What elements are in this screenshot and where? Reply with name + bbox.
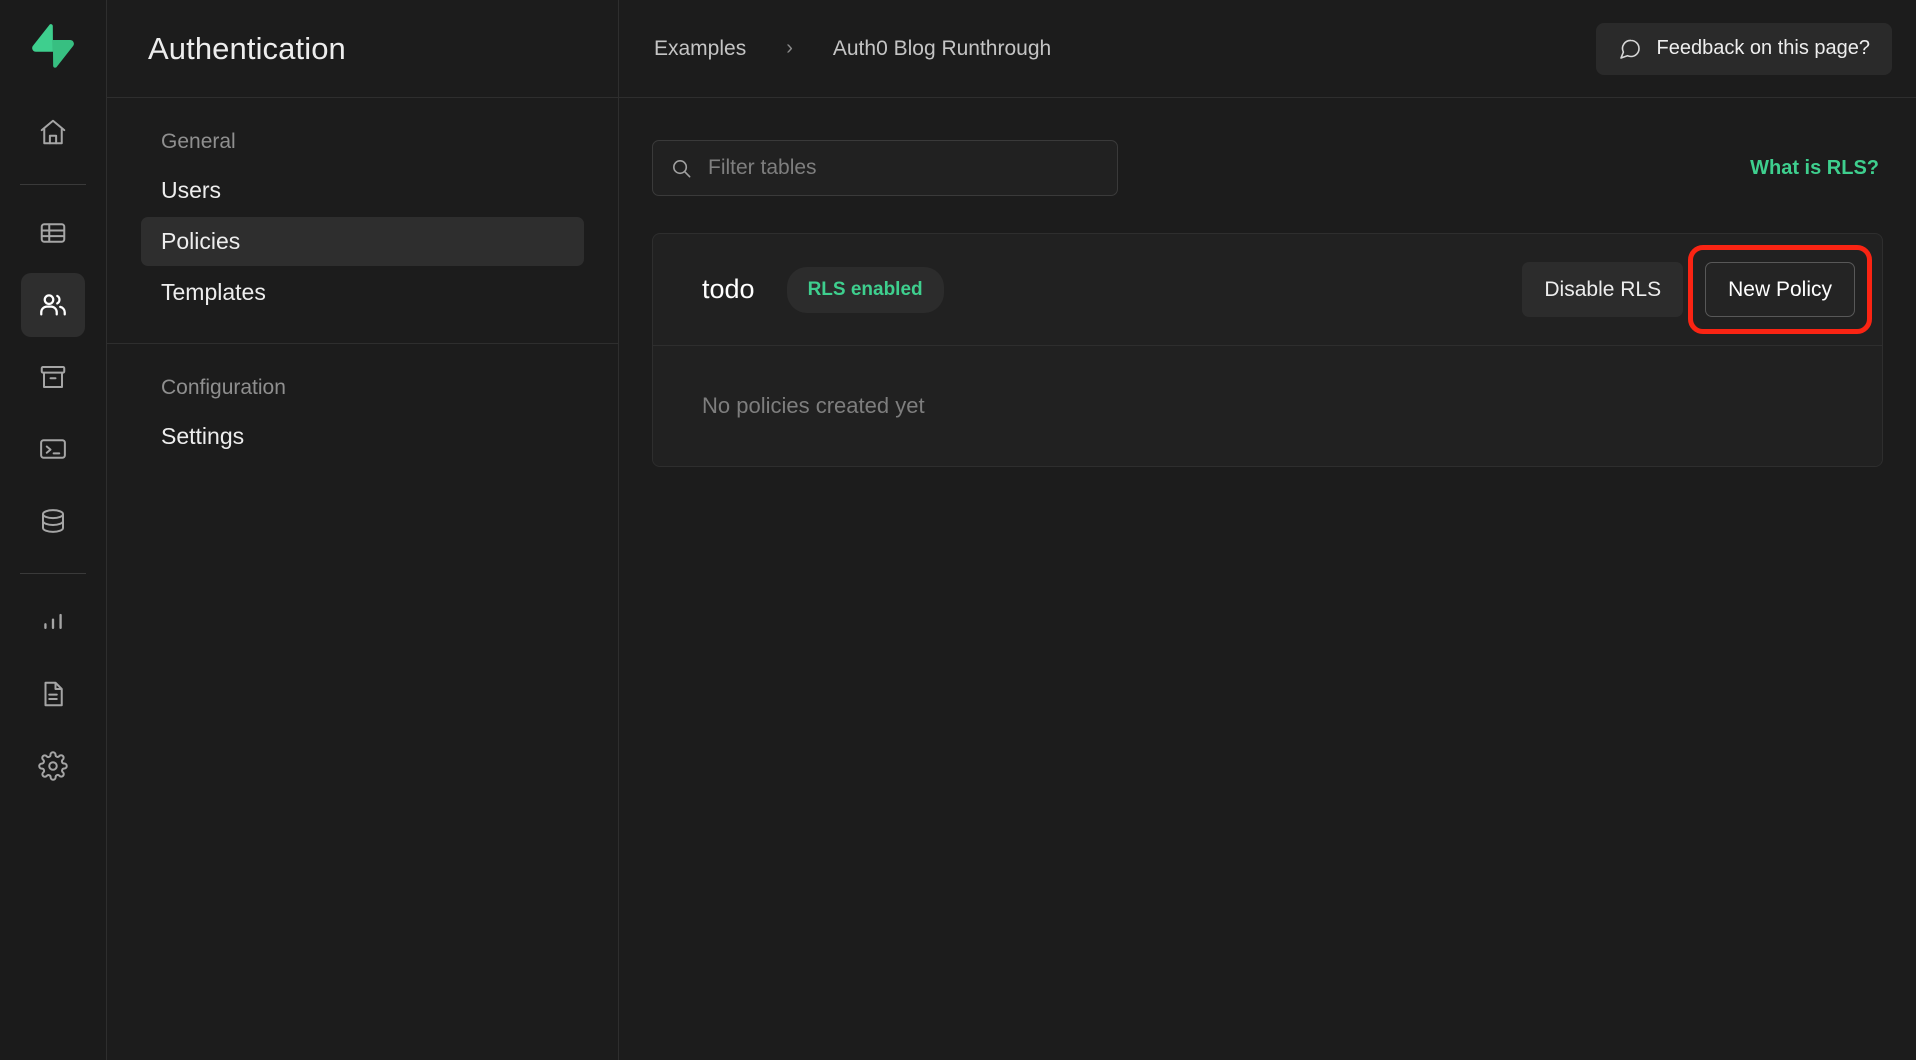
sidebar-item-reports[interactable]: [21, 590, 85, 654]
sidebar-item-users[interactable]: Users: [141, 166, 584, 215]
sidebar-item-settings-config[interactable]: Settings: [141, 412, 584, 461]
table-card-body: No policies created yet: [653, 346, 1882, 466]
sidebar-item-authentication[interactable]: [21, 273, 85, 337]
primary-icon-rail: [0, 0, 107, 1060]
feedback-button-label: Feedback on this page?: [1656, 37, 1871, 59]
sidebar-item-templates[interactable]: Templates: [141, 268, 584, 317]
home-icon: [38, 117, 68, 147]
what-is-rls-link[interactable]: What is RLS?: [1750, 157, 1883, 180]
logs-document-icon: [38, 679, 68, 709]
breadcrumb-item-examples[interactable]: Examples: [652, 33, 748, 65]
sidebar-item-home[interactable]: [21, 100, 85, 164]
sql-editor-terminal-icon: [38, 434, 68, 464]
sidebar-item-sql-editor[interactable]: [21, 417, 85, 481]
supabase-dashboard: Authentication General Users Policies Te…: [0, 0, 1916, 1060]
breadcrumb: Examples › Auth0 Blog Runthrough: [652, 33, 1053, 65]
search-icon: [670, 157, 693, 180]
sidebar-item-settings[interactable]: [21, 734, 85, 798]
table-card-actions: Disable RLS New Policy: [1522, 245, 1872, 334]
table-name: todo: [702, 274, 755, 304]
nav-section-configuration: Configuration Settings: [107, 344, 618, 487]
main-area: Examples › Auth0 Blog Runthrough Feedbac…: [619, 0, 1916, 1060]
feedback-button[interactable]: Feedback on this page?: [1595, 22, 1892, 75]
sidebar-item-policies[interactable]: Policies: [141, 217, 584, 266]
status-badge-rls: RLS enabled: [786, 266, 944, 313]
storage-box-icon: [38, 362, 68, 392]
nav-section-label-general: General: [161, 130, 236, 153]
top-bar: Examples › Auth0 Blog Runthrough Feedbac…: [619, 0, 1916, 98]
rail-divider-bottom: [20, 573, 86, 574]
content-area: What is RLS? todo RLS enabled Disable RL…: [619, 98, 1916, 1060]
filter-tables-search[interactable]: [652, 140, 1118, 196]
speech-bubble-icon: [1618, 37, 1642, 61]
reports-bar-chart-icon: [39, 608, 67, 636]
breadcrumb-item-project[interactable]: Auth0 Blog Runthrough: [831, 33, 1053, 65]
new-policy-button-wrapper: New Policy: [1688, 245, 1872, 334]
content-toolbar: What is RLS?: [652, 140, 1883, 196]
authentication-users-icon: [37, 289, 69, 321]
disable-rls-button[interactable]: Disable RLS: [1522, 262, 1684, 317]
table-policies-card: todo RLS enabled Disable RLS New Policy …: [652, 233, 1883, 467]
table-card-header: todo RLS enabled Disable RLS New Policy: [653, 234, 1882, 346]
new-policy-button[interactable]: New Policy: [1705, 262, 1855, 317]
table-editor-icon: [38, 218, 68, 248]
sidebar-item-table-editor[interactable]: [21, 201, 85, 265]
sidebar-item-logs[interactable]: [21, 662, 85, 726]
secondary-navigation: Authentication General Users Policies Te…: [107, 0, 619, 1060]
nav-section-label-configuration: Configuration: [161, 376, 286, 399]
rail-divider-top: [20, 184, 86, 185]
nav-section-general: General Users Policies Templates: [107, 98, 618, 344]
sidebar-item-database[interactable]: [21, 489, 85, 553]
supabase-logo-icon[interactable]: [23, 16, 83, 76]
page-title: Authentication: [148, 30, 346, 66]
sidebar-item-storage[interactable]: [21, 345, 85, 409]
search-input[interactable]: [708, 156, 1100, 180]
secondary-nav-header: Authentication: [107, 0, 618, 98]
settings-gear-icon: [38, 751, 68, 781]
chevron-right-icon: ›: [786, 37, 793, 59]
empty-state-text: No policies created yet: [702, 393, 925, 418]
database-icon: [38, 506, 68, 536]
